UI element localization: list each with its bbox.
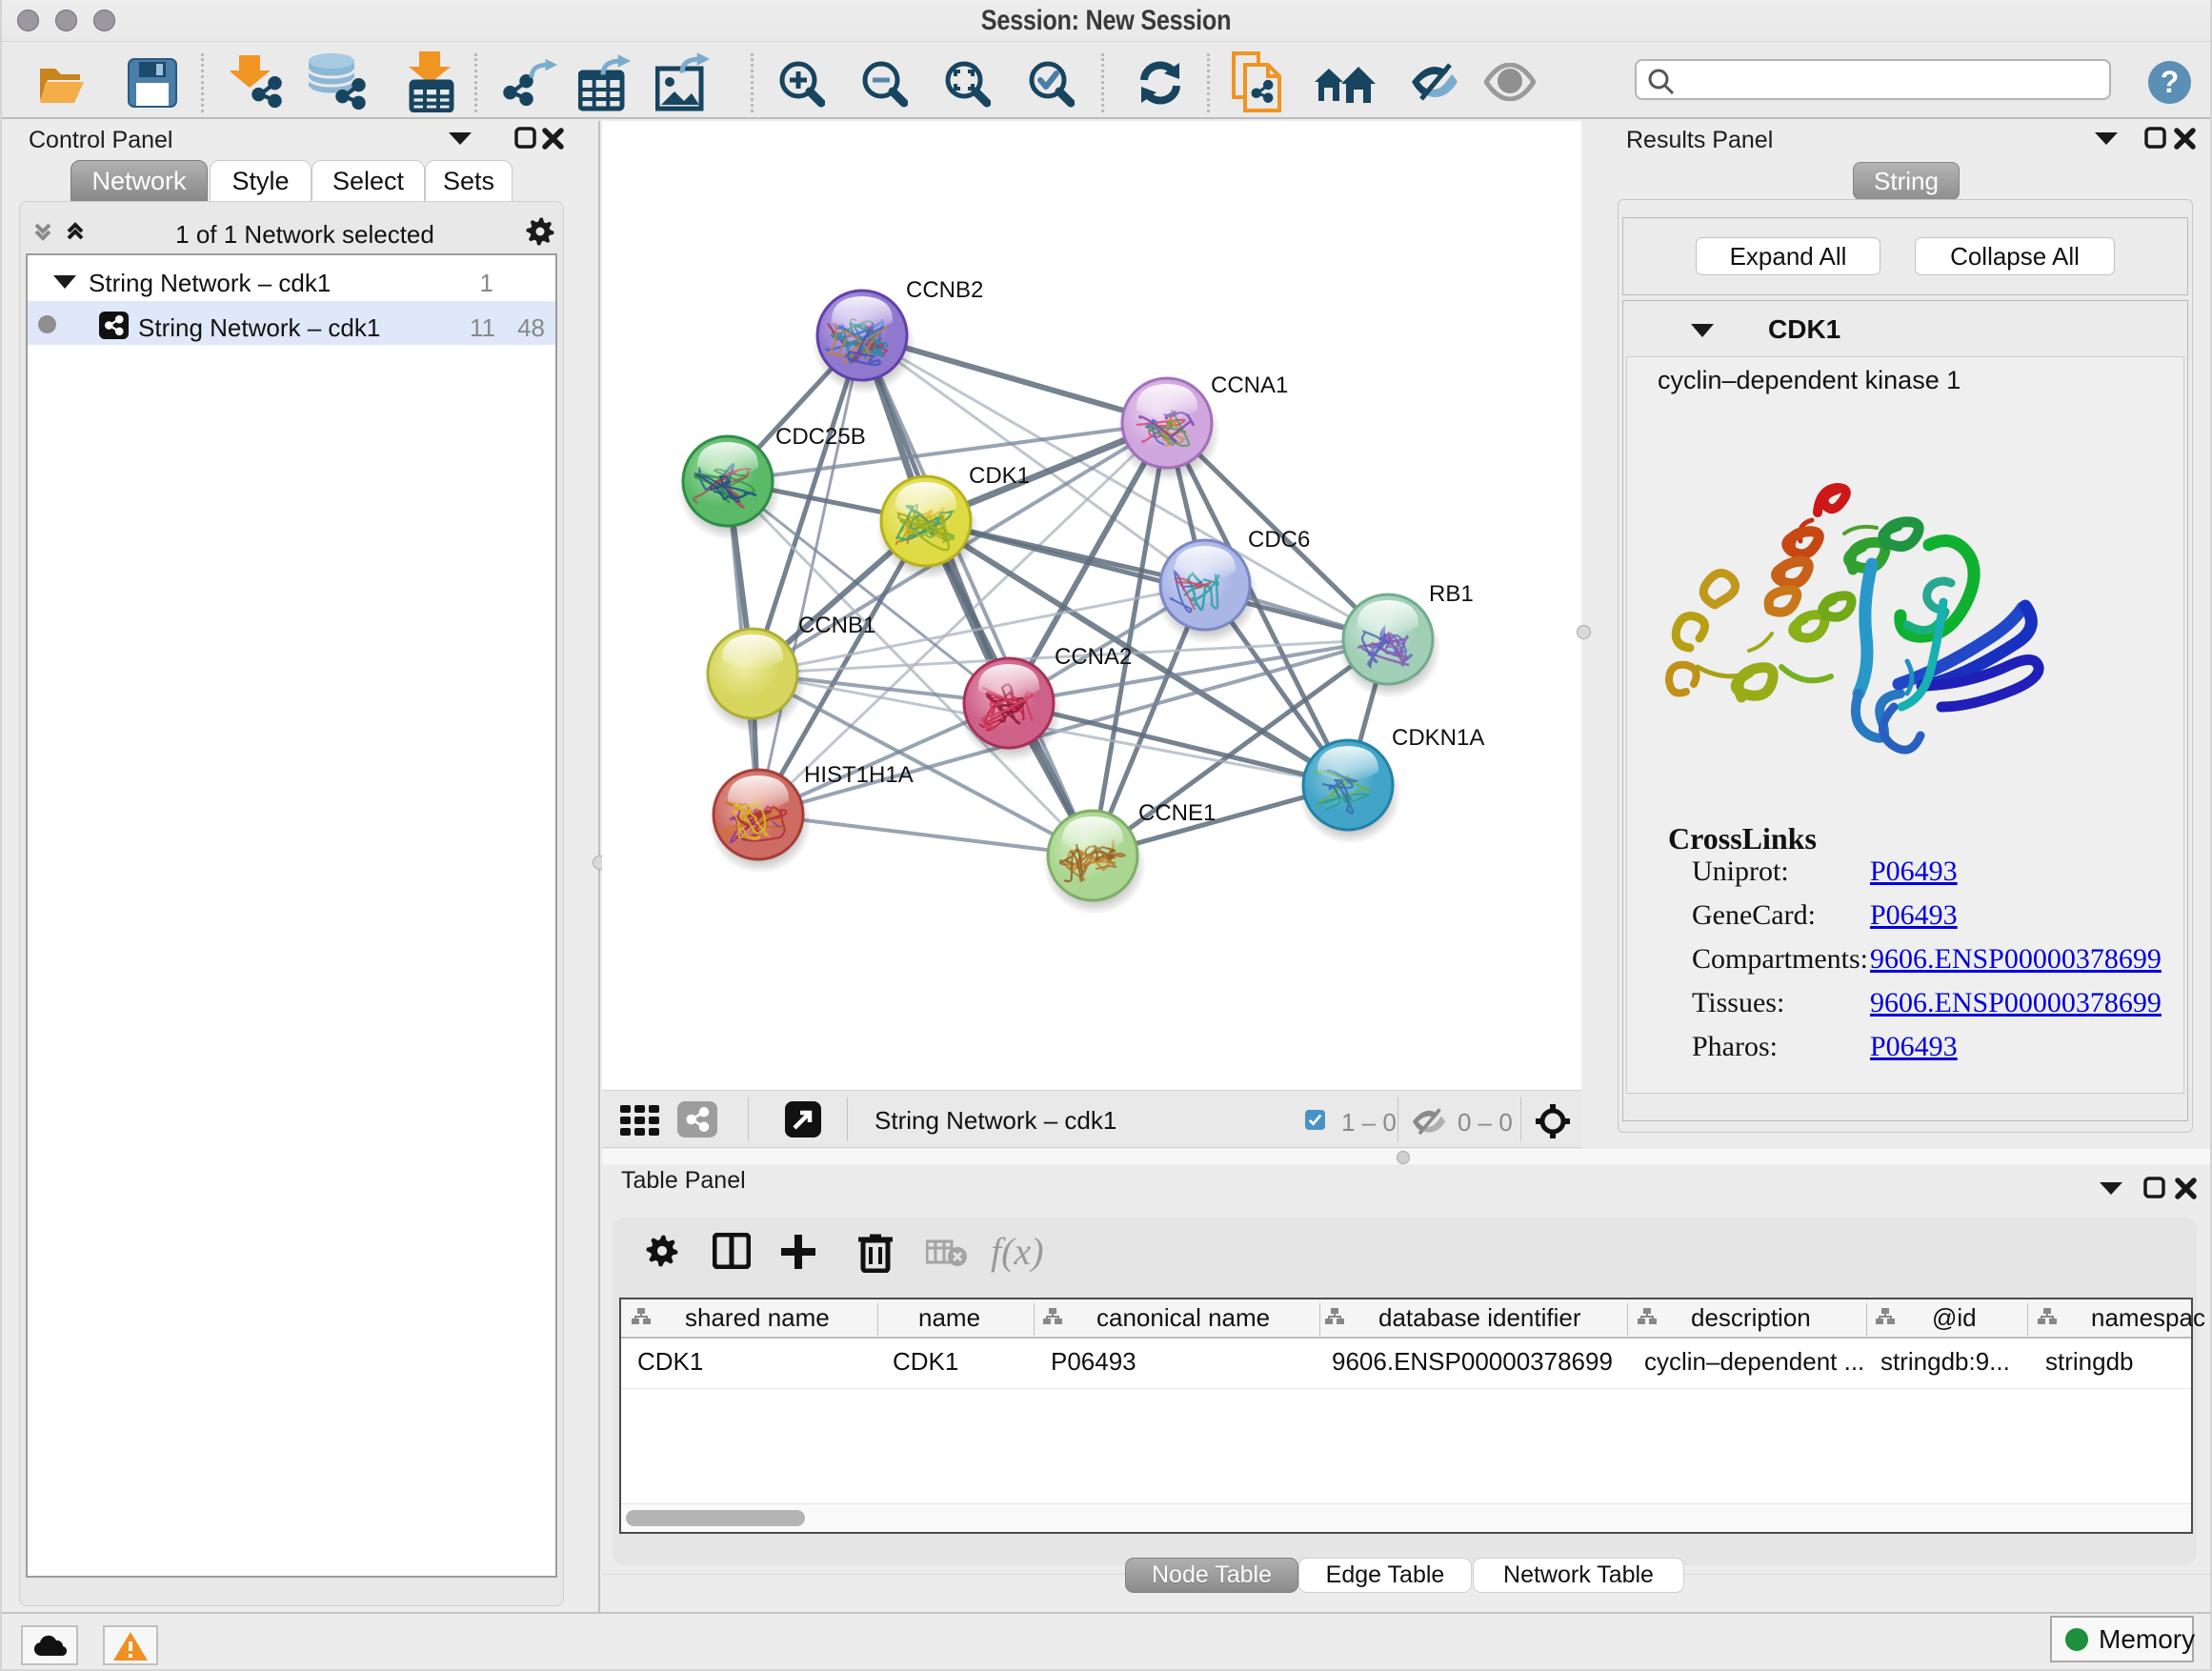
svg-text:CCNA2: CCNA2 <box>1055 644 1132 670</box>
svg-text:CCNB2: CCNB2 <box>906 277 983 303</box>
svg-text:CDC6: CDC6 <box>1248 527 1310 553</box>
svg-text:CCNB1: CCNB1 <box>798 613 875 638</box>
svg-text:RB1: RB1 <box>1429 581 1474 607</box>
svg-text:CCNE1: CCNE1 <box>1138 800 1216 826</box>
svg-text:CDKN1A: CDKN1A <box>1392 725 1484 751</box>
svg-text:HIST1H1A: HIST1H1A <box>804 762 914 788</box>
svg-text:CDC25B: CDC25B <box>775 424 866 450</box>
svg-text:CCNA1: CCNA1 <box>1211 372 1288 398</box>
svg-text:CDK1: CDK1 <box>969 463 1030 489</box>
